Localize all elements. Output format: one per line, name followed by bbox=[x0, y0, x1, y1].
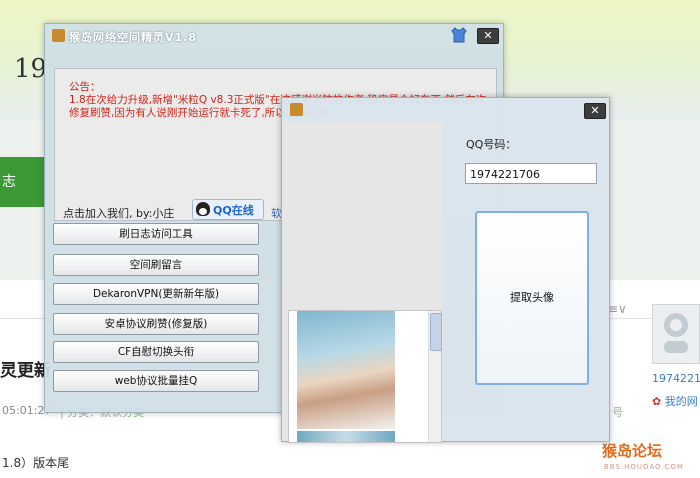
qq-penguin-icon bbox=[196, 202, 210, 216]
avatar-image bbox=[297, 311, 395, 429]
android-like-button[interactable]: 安卓协议刷赞(修复版) bbox=[53, 313, 259, 335]
avatar[interactable] bbox=[652, 304, 700, 364]
background-version-line: 1.8）版本尾 bbox=[2, 456, 70, 470]
qq-online-button[interactable]: QQ在线 bbox=[192, 199, 264, 220]
qq-number-input[interactable]: 1974221706 bbox=[465, 163, 597, 184]
skin-icon[interactable] bbox=[451, 27, 467, 43]
fetch-avatar-button[interactable]: 提取头像 bbox=[475, 211, 589, 385]
avatar-preview bbox=[288, 310, 442, 443]
space-message-button[interactable]: 空间刷留言 bbox=[53, 254, 259, 276]
background-year: 19 bbox=[14, 54, 48, 84]
avatar-fetch-window: ✕ QQ号码： 1974221706 提取头像 bbox=[281, 97, 610, 443]
qq-online-label: QQ在线 bbox=[213, 204, 254, 217]
web-batch-qq-button[interactable]: web协议批量挂Q bbox=[53, 370, 259, 392]
fetch-close-button[interactable]: ✕ bbox=[584, 103, 606, 119]
close-button[interactable]: ✕ bbox=[477, 28, 499, 44]
blog-visit-tool-button[interactable]: 刷日志访问工具 bbox=[53, 223, 259, 245]
qq-number-label: QQ号码： bbox=[466, 138, 517, 151]
dekaron-vpn-button[interactable]: DekaronVPN(更新新年版) bbox=[53, 283, 259, 305]
background-my-link[interactable]: ✿ 我的网 bbox=[652, 393, 698, 409]
app-icon bbox=[52, 29, 65, 42]
preview-scroll-thumb[interactable] bbox=[430, 313, 442, 351]
background-edge-text: 号 bbox=[612, 406, 623, 419]
watermark-logo: 猴岛论坛 bbox=[602, 442, 663, 460]
avatar-image-next bbox=[297, 431, 395, 442]
avatar-placeholder-icon bbox=[664, 313, 688, 353]
background-green-tab[interactable]: 志 bbox=[0, 157, 46, 207]
app-icon bbox=[290, 103, 303, 116]
background-edge-icon: ≡∨ bbox=[608, 302, 627, 316]
main-titlebar[interactable]: 猴岛网络空间精灵V1.8 ✕ bbox=[45, 24, 503, 48]
my-link-label: 我的网 bbox=[664, 395, 698, 408]
cf-title-switch-button[interactable]: CF自慰切换头衔 bbox=[53, 341, 259, 363]
preview-scrollbar[interactable] bbox=[428, 311, 442, 442]
window-title: 猴岛网络空间精灵V1.8 bbox=[69, 31, 197, 44]
watermark-url: BBS.HOUDAO.COM bbox=[604, 463, 684, 471]
background-user-id[interactable]: 1974221 bbox=[652, 372, 700, 385]
join-us-link[interactable]: 点击加入我们, by:小庄 bbox=[63, 205, 174, 221]
